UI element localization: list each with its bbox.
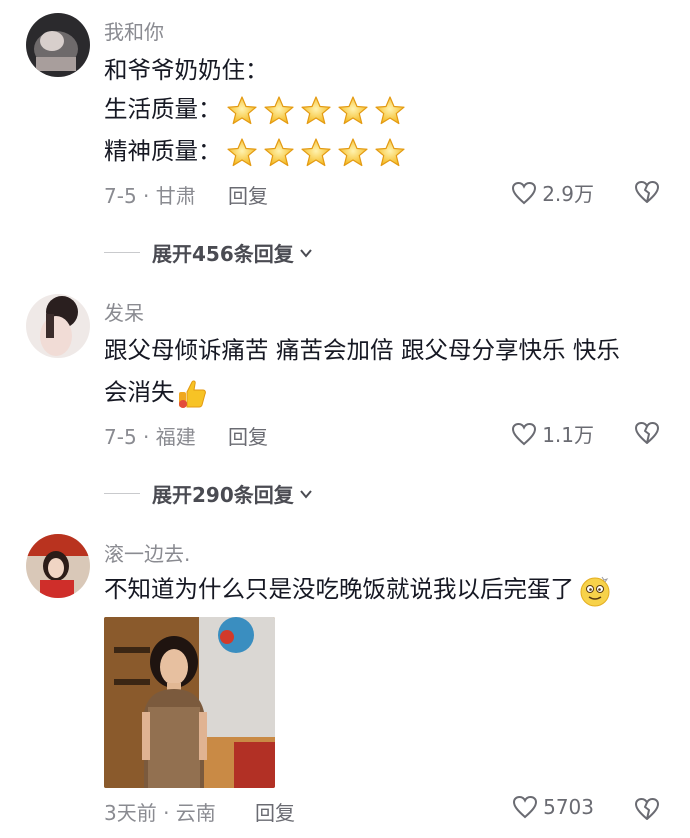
- username[interactable]: 发呆: [104, 297, 144, 326]
- expand-label: 展开290条回复: [152, 483, 294, 507]
- star-icon: [263, 95, 295, 127]
- star-icon: [226, 95, 258, 127]
- like-button[interactable]: 5703: [512, 795, 594, 819]
- broken-heart-icon[interactable]: [634, 179, 660, 205]
- heart-icon: [512, 181, 537, 204]
- chevron-down-icon: [299, 248, 312, 258]
- star-rating: [226, 95, 406, 127]
- rating-label: 生活质量：: [104, 95, 222, 123]
- star-icon: [300, 95, 332, 127]
- broken-heart-icon[interactable]: [634, 420, 660, 446]
- avatar[interactable]: [26, 534, 90, 598]
- rating-label: 精神质量：: [104, 137, 222, 165]
- divider: [104, 252, 140, 253]
- expand-label: 展开456条回复: [152, 242, 294, 266]
- reply-button[interactable]: 回复: [228, 421, 268, 450]
- comment-text: 不知道为什么只是没吃晚饭就说我以后完蛋了: [104, 575, 574, 603]
- expand-replies-button[interactable]: 展开290条回复: [104, 479, 314, 508]
- like-button[interactable]: 1.1万: [511, 419, 594, 448]
- dizzy-face-icon: [580, 576, 610, 606]
- comment-image[interactable]: [104, 617, 275, 788]
- comment-text-line: 生活质量：: [104, 88, 406, 131]
- comment-text-line: 会消失: [104, 371, 209, 414]
- comment-text-line: 精神质量：: [104, 130, 406, 173]
- heart-icon: [513, 795, 538, 819]
- star-icon: [300, 137, 332, 169]
- avatar[interactable]: [26, 294, 90, 358]
- like-count: 1.1万: [542, 423, 594, 447]
- comment-text: 会消失: [104, 378, 175, 406]
- star-icon: [337, 137, 369, 169]
- date-location: 3天前 · 云南: [104, 801, 216, 825]
- comment-text-line: 和爷爷奶奶住：: [104, 56, 269, 84]
- star-icon: [263, 137, 295, 169]
- reply-button[interactable]: 回复: [228, 180, 268, 209]
- thumbs-up-icon: [178, 379, 206, 408]
- comment-text-line: 跟父母倾诉痛苦 痛苦会加倍 跟父母分享快乐 快乐: [104, 336, 620, 364]
- star-icon: [337, 95, 369, 127]
- star-icon: [226, 137, 258, 169]
- date-location: 7-5 · 甘肃: [104, 184, 196, 208]
- star-rating: [226, 137, 406, 169]
- date-location: 7-5 · 福建: [104, 425, 196, 449]
- like-count: 2.9万: [542, 182, 594, 206]
- comment-text-line: 不知道为什么只是没吃晚饭就说我以后完蛋了: [104, 568, 612, 611]
- heart-icon: [512, 422, 537, 445]
- avatar[interactable]: [26, 13, 90, 77]
- divider: [104, 493, 140, 494]
- username[interactable]: 我和你: [104, 16, 164, 45]
- expand-replies-button[interactable]: 展开456条回复: [104, 238, 314, 267]
- username[interactable]: 滚一边去.: [104, 538, 190, 567]
- like-count: 5703: [543, 795, 594, 819]
- reply-button[interactable]: 回复: [255, 797, 295, 826]
- chevron-down-icon: [299, 489, 312, 499]
- star-icon: [374, 137, 406, 169]
- star-icon: [374, 95, 406, 127]
- broken-heart-icon[interactable]: [634, 796, 660, 822]
- like-button[interactable]: 2.9万: [511, 178, 594, 207]
